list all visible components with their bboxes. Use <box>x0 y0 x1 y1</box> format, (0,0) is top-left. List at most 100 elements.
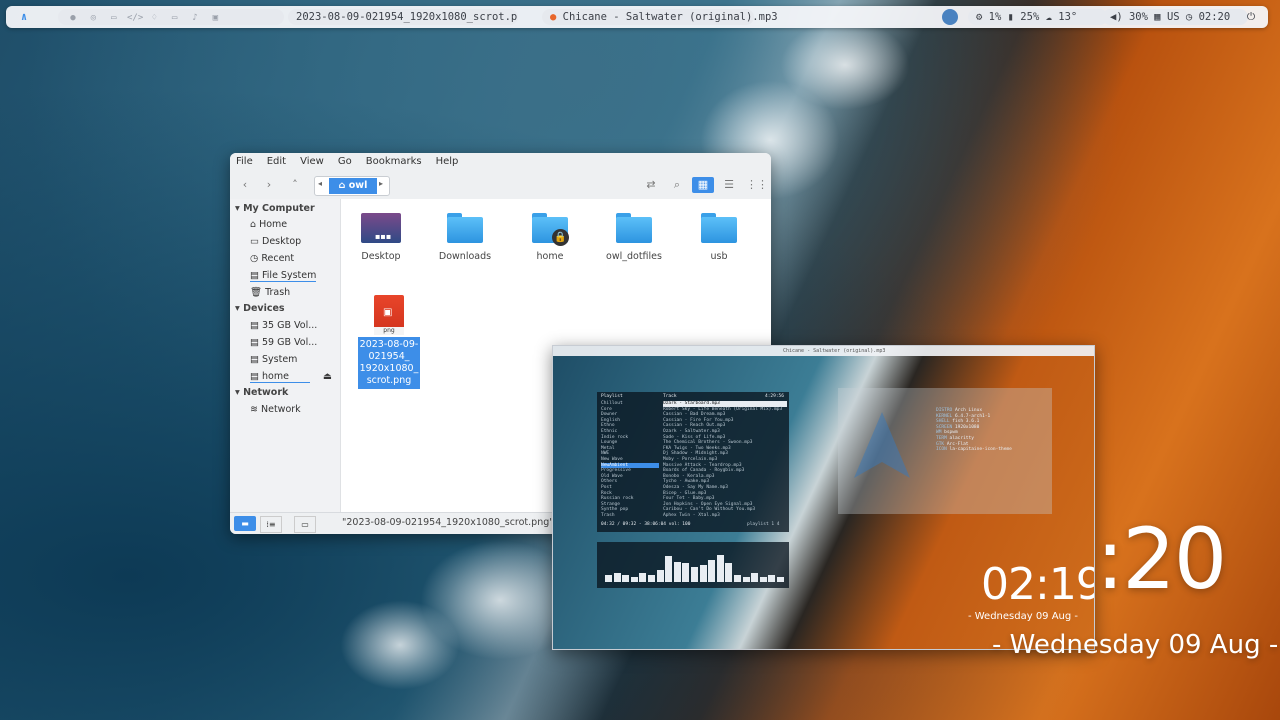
sidebar-item-recent[interactable]: ◷ Recent <box>250 253 294 264</box>
menu-go[interactable]: Go <box>338 153 352 171</box>
file-item-owl-dotfiles[interactable]: owl_dotfiles <box>594 213 674 262</box>
sidebar-item-system[interactable]: ▤ System <box>250 354 297 365</box>
play-icon[interactable]: ● <box>550 11 556 23</box>
search-icon[interactable]: ⌕ <box>668 177 686 193</box>
sidebar-item-label: Trash <box>265 287 291 298</box>
status-tray[interactable]: ◀) 30% ▦ US ◷ 02:20 <box>1102 9 1248 25</box>
visualizer-bar <box>734 575 741 582</box>
sidebar-heading: My Computer <box>243 203 315 214</box>
menu-help[interactable]: Help <box>436 153 459 171</box>
visualizer-bar <box>725 563 733 582</box>
visualizer-bar <box>605 575 612 582</box>
tree-toggle-icon[interactable]: ⁞≡ <box>260 516 282 533</box>
topbar-clock[interactable]: 02:20 <box>1199 11 1231 23</box>
sidebar-section-devices[interactable]: ▾ Devices <box>235 303 285 314</box>
sidebar-item-volume-35[interactable]: ▤ 35 GB Vol... <box>250 320 317 331</box>
forward-icon[interactable]: › <box>260 177 278 193</box>
file-item-label: Desktop <box>361 251 401 262</box>
folder-icon <box>447 213 483 243</box>
keyboard-icon: ▦ <box>1154 11 1161 23</box>
volume-icon[interactable]: ◀) <box>1110 11 1123 23</box>
toggle-location-icon[interactable]: ⇄ <box>642 177 660 193</box>
info-value: 6.4.7-arch1-1 <box>954 413 991 419</box>
menu-bookmarks[interactable]: Bookmarks <box>366 153 422 171</box>
visualizer-bar <box>742 577 750 582</box>
breadcrumb[interactable]: ◂ ⌂ owl ▸ <box>314 176 390 196</box>
menu-view[interactable]: View <box>300 153 324 171</box>
recent-icon: ◷ <box>250 253 259 264</box>
places-toggle-icon[interactable]: ▬ <box>234 516 256 531</box>
compact-view-icon[interactable]: ⋮⋮ <box>746 177 768 193</box>
cpu-icon: ⚙ <box>976 11 983 23</box>
sidebar-item-label: System <box>262 354 298 365</box>
sidebar-item-network[interactable]: ≋ Network <box>250 404 301 415</box>
visualizer-bar <box>613 573 621 582</box>
sidebar-item-desktop[interactable]: ▭ Desktop <box>250 236 301 247</box>
sidebar-item-home-device[interactable]: ▤ home <box>250 371 310 383</box>
workspace-switcher[interactable]: ● ◎ ▭ </> ♢ ▭ ♪ ▣ <box>58 9 284 25</box>
sidebar-item-file-system[interactable]: ▤ File System <box>250 270 317 282</box>
file-item-home[interactable]: 🔒 home <box>510 213 590 262</box>
workspace-icon[interactable]: ▣ <box>208 10 222 26</box>
workspace-icon[interactable]: ♢ <box>147 10 161 26</box>
file-item-label: owl_dotfiles <box>606 251 662 262</box>
home-icon: ⌂ <box>250 219 257 230</box>
file-item-desktop[interactable]: ▪▪▪ Desktop <box>341 213 421 262</box>
mini-now-playing: Chicane - Saltwater (original).mp3 <box>783 348 886 354</box>
menu-file[interactable]: File <box>236 153 253 171</box>
genre-item[interactable]: Trash <box>601 513 659 519</box>
file-item-usb[interactable]: usb <box>679 213 759 262</box>
back-icon[interactable]: ‹ <box>236 177 254 193</box>
desktop-date-text: Wednesday 09 Aug <box>1009 630 1261 660</box>
arch-launcher-icon[interactable]: ∧ <box>14 9 34 25</box>
visualizer-bar <box>768 575 776 582</box>
file-item-downloads[interactable]: Downloads <box>425 213 505 262</box>
workspace-icon[interactable]: ♪ <box>188 10 202 26</box>
system-stats: ⚙ 1% ▮ 25% ☁ 13° <box>968 9 1108 25</box>
sidebar-item-volume-59[interactable]: ▤ 59 GB Vol... <box>250 337 317 348</box>
crumb-right-icon[interactable]: ▸ <box>379 179 383 188</box>
info-value: alacritty <box>949 435 974 441</box>
list-view-icon[interactable]: ☰ <box>720 177 738 193</box>
icon-view-icon[interactable]: ▦ <box>692 177 714 193</box>
sidebar-heading: Devices <box>243 303 285 314</box>
genre-list[interactable]: Chillout Core Downer English Ethno Ethnic Indi… <box>601 401 659 518</box>
sidebar-item-label: home <box>262 371 289 382</box>
workspace-icon[interactable]: ▭ <box>168 10 182 26</box>
top-panel: ∧ ● ◎ ▭ </> ♢ ▭ ♪ ▣ 2023-08-09-021954_19… <box>6 6 1268 28</box>
track-item[interactable]: Aphex Twin - Xtal.mp3 <box>663 513 787 519</box>
sidebar-section-network[interactable]: ▾ Network <box>235 387 288 398</box>
visualizer-bar <box>708 560 716 582</box>
workspace-icon[interactable]: </> <box>127 10 143 26</box>
avatar[interactable] <box>942 9 958 25</box>
crumb-left-icon[interactable]: ◂ <box>318 179 322 188</box>
workspace-icon[interactable]: ▭ <box>107 10 121 26</box>
workspace-icon[interactable]: ● <box>66 10 80 26</box>
sidebar-item-label: File System <box>262 270 317 281</box>
duration-header: 4:29:56 <box>765 394 784 399</box>
menu-edit[interactable]: Edit <box>267 153 286 171</box>
now-playing[interactable]: ● Chicane - Saltwater (original).mp3 <box>542 9 778 25</box>
memory-icon: ▮ <box>1007 11 1014 23</box>
sidebar-item-trash[interactable]: 🗑 Trash <box>250 287 290 298</box>
visualizer-bar <box>759 577 767 582</box>
info-row: ICON la-capitaine-icon-theme <box>936 447 1046 453</box>
breadcrumb-current[interactable]: ⌂ owl <box>329 178 377 194</box>
file-item-screenshot[interactable]: ▣ png 2023-08-09- 021954_ 1920x1080_ scr… <box>358 295 420 389</box>
sidebar-item-home[interactable]: ⌂ Home <box>250 219 287 230</box>
desktop-clock: :20 <box>1096 510 1227 608</box>
info-key: TERM <box>936 435 950 441</box>
up-icon[interactable]: ˄ <box>286 177 304 193</box>
info-key: SHELL <box>936 419 953 425</box>
keyboard-layout[interactable]: US <box>1167 11 1180 23</box>
sidebar-item-label: Home <box>259 219 288 230</box>
sidebar-section-my-computer[interactable]: ▾ My Computer <box>235 203 315 214</box>
workspace-icon[interactable]: ◎ <box>86 10 100 26</box>
system-info: DISTRO Arch Linux KERNEL 6.4.7-arch1-1 SHE… <box>936 408 1046 453</box>
eject-icon[interactable]: ⏏ <box>323 371 332 382</box>
track-list[interactable]: Ozark - Starboard.mp3 Robert Sky - Life B… <box>663 401 787 518</box>
sidebar-toggle-icon[interactable]: ▭ <box>294 516 316 533</box>
power-icon[interactable]: ⏻ <box>1242 9 1260 25</box>
desktop-date: - Wednesday 09 Aug - <box>992 630 1279 660</box>
now-playing-title: Chicane - Saltwater (original).mp3 <box>562 11 778 23</box>
